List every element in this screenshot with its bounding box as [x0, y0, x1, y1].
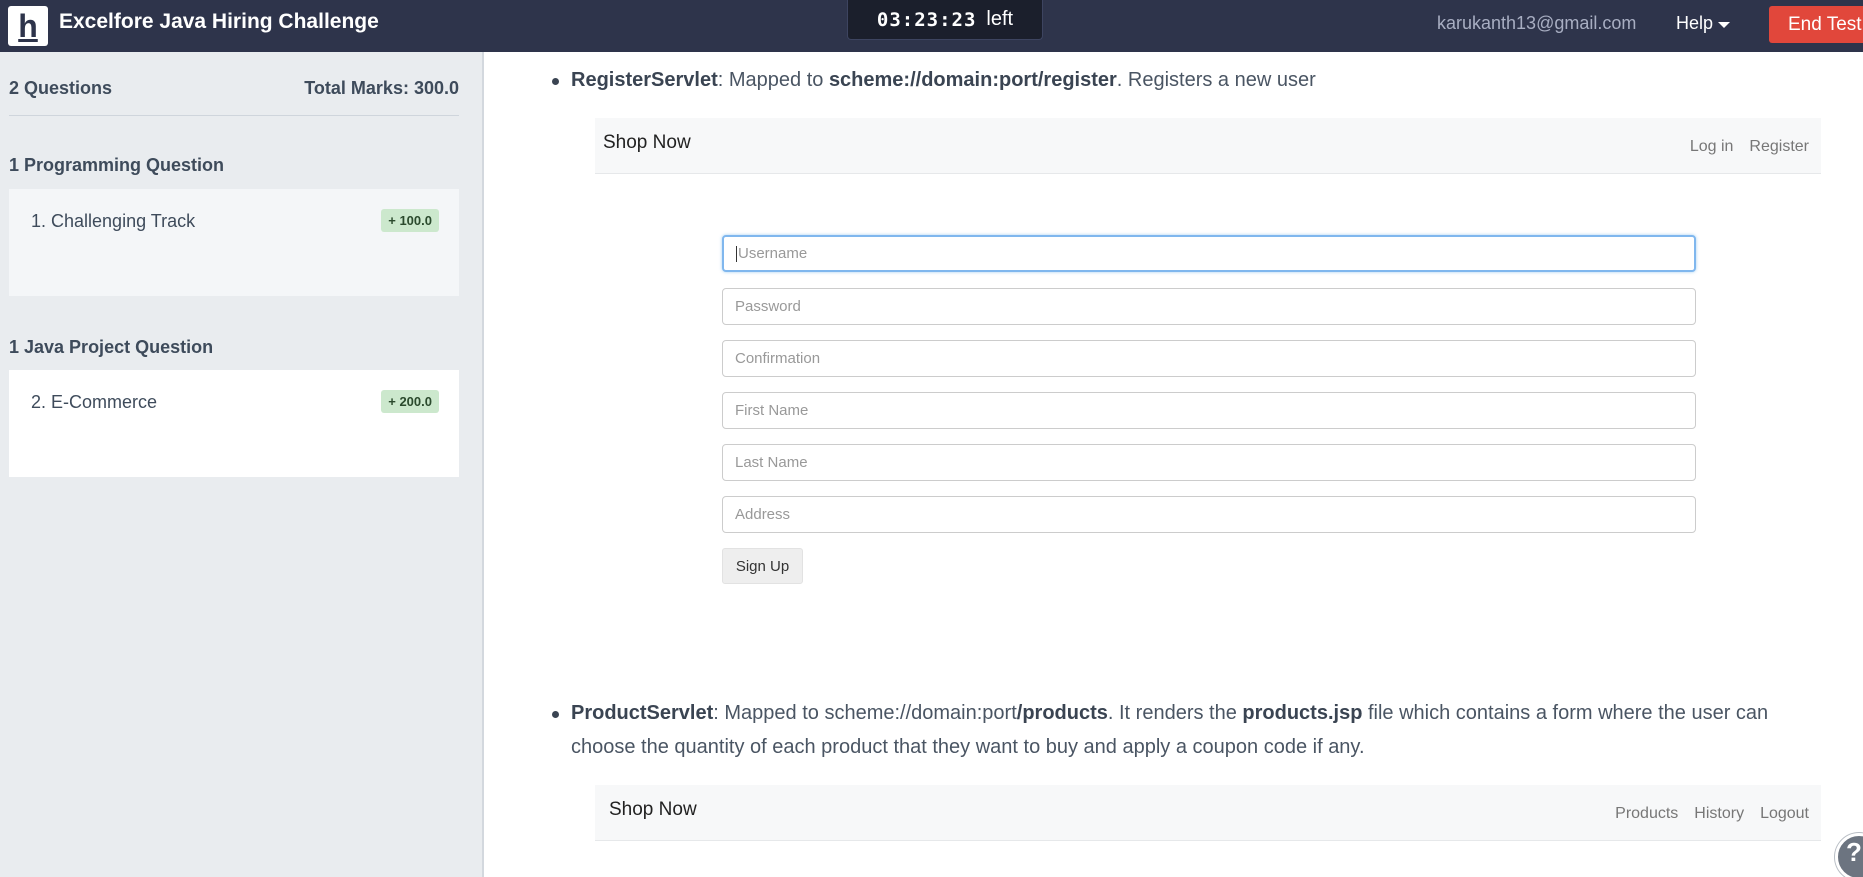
section-title-programming: 1 Programming Question: [9, 155, 225, 175]
mock-brand: Shop Now: [603, 132, 691, 153]
top-bar: h Excelfore Java Hiring Challenge 03:23:…: [0, 0, 1863, 52]
mock-password-field: Password: [722, 288, 1696, 325]
question-item-e-commerce[interactable]: 2. E-Commerce + 200.0: [9, 370, 459, 477]
mock-link-register: Register: [1749, 138, 1809, 155]
bullet-icon: [552, 78, 559, 85]
bullet-icon: [552, 711, 559, 718]
problem-description: RegisterServlet: Mapped to scheme://doma…: [486, 52, 1863, 877]
timer-value: 03:23:23: [876, 8, 977, 31]
mock-confirmation-field: Confirmation: [722, 340, 1696, 377]
mock-address-field: Address: [722, 496, 1696, 533]
servlet-url: /products: [1016, 702, 1108, 724]
challenge-title: Excelfore Java Hiring Challenge: [59, 10, 379, 33]
product-servlet-description: ProductServlet: Mapped to scheme://domai…: [571, 697, 1768, 730]
help-menu-button[interactable]: Help: [1676, 13, 1731, 34]
field-placeholder: Last Name: [735, 454, 808, 471]
total-marks: Total Marks: 300.0: [304, 78, 459, 98]
register-servlet-description: RegisterServlet: Mapped to scheme://doma…: [571, 64, 1316, 97]
description-text: . It renders the: [1107, 702, 1243, 724]
question-mark-icon: ?: [1846, 836, 1862, 867]
section-title-java-project: 1 Java Project Question: [9, 337, 214, 357]
description-text: : Mapped to: [717, 69, 829, 91]
hackerearth-logo-icon[interactable]: h: [8, 6, 48, 46]
mock-navbar-register: Shop Now Log in Register: [595, 118, 1821, 174]
mock-link-history: History: [1694, 805, 1745, 822]
countdown-timer: 03:23:23 left: [847, 0, 1043, 40]
description-text: file which contains a form where the use…: [1362, 702, 1769, 724]
logo-letter: h: [18, 8, 38, 44]
timer-suffix: left: [986, 8, 1014, 30]
mock-username-field: Username: [722, 235, 1696, 272]
mock-sign-up-button: Sign Up: [722, 548, 803, 584]
servlet-url: scheme://domain:port/register: [828, 69, 1117, 91]
mock-first-name-field: First Name: [722, 392, 1696, 429]
marks-badge: + 200.0: [381, 390, 439, 413]
mock-link-login: Log in: [1689, 138, 1734, 155]
jsp-file-name: products.jsp: [1242, 702, 1363, 724]
field-placeholder: First Name: [735, 402, 809, 419]
question-label: 2. E-Commerce: [31, 392, 158, 412]
description-text: . Registers a new user: [1116, 69, 1316, 91]
text-cursor: [736, 245, 737, 262]
end-test-button[interactable]: End Test: [1769, 6, 1863, 43]
product-servlet-description-cont: choose the quantity of each product that…: [571, 736, 1365, 758]
field-placeholder: Confirmation: [735, 350, 821, 367]
field-placeholder: Address: [735, 506, 791, 523]
question-label: 1. Challenging Track: [31, 211, 196, 231]
question-item-challenging-track[interactable]: 1. Challenging Track + 100.0: [9, 189, 459, 296]
question-count: 2 Questions: [9, 78, 113, 98]
question-sidebar: 2 Questions Total Marks: 300.0 1 Program…: [0, 52, 484, 877]
mock-link-logout: Logout: [1760, 805, 1809, 822]
marks-badge: + 100.0: [381, 209, 439, 232]
mock-nav-links: Log in Register: [1690, 138, 1809, 156]
servlet-name: ProductServlet: [571, 702, 714, 724]
field-placeholder: Username: [738, 245, 808, 262]
field-placeholder: Password: [735, 298, 801, 315]
help-label: Help: [1676, 13, 1714, 33]
mock-navbar-products: Shop Now Products History Logout: [595, 785, 1821, 841]
mock-nav-links: Products History Logout: [1615, 805, 1809, 823]
mock-last-name-field: Last Name: [722, 444, 1696, 481]
mock-brand: Shop Now: [609, 799, 697, 820]
user-email: karukanth13@gmail.com: [1437, 13, 1637, 33]
description-text: : Mapped to scheme://domain:port: [713, 702, 1017, 724]
servlet-name: RegisterServlet: [571, 69, 718, 91]
mock-link-products: Products: [1615, 805, 1679, 822]
chevron-down-icon: [1718, 22, 1731, 28]
sidebar-summary: 2 Questions Total Marks: 300.0: [9, 78, 459, 116]
